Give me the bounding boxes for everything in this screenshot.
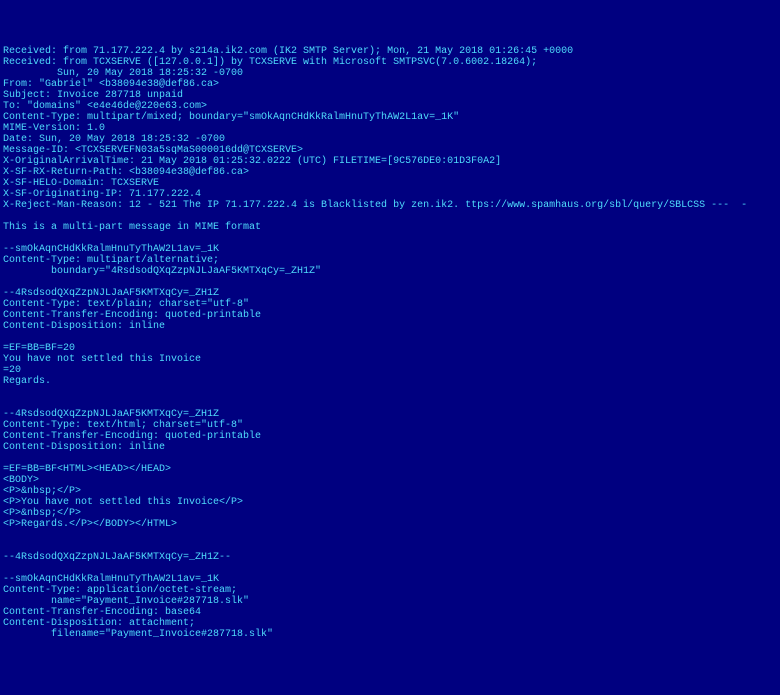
source-line: Date: Sun, 20 May 2018 18:25:32 -0700 xyxy=(3,134,777,145)
source-line: To: "domains" <e4e46de@220e63.com> xyxy=(3,101,777,112)
source-line: From: "Gabriel" <b38094e38@def86.ca> xyxy=(3,79,777,90)
source-line xyxy=(3,398,777,409)
source-line xyxy=(3,387,777,398)
source-line: name="Payment_Invoice#287718.slk" xyxy=(3,596,777,607)
source-line: Received: from TCXSERVE ([127.0.0.1]) by… xyxy=(3,57,777,68)
source-line: Content-Transfer-Encoding: base64 xyxy=(3,607,777,618)
source-line: --4RsdsodQXqZzpNJLJaAF5KMTXqCy=_ZH1Z-- xyxy=(3,552,777,563)
source-line xyxy=(3,332,777,343)
source-line: Message-ID: <TCXSERVEFN03a5sqMaS000016dd… xyxy=(3,145,777,156)
source-line: <P>You have not settled this Invoice</P> xyxy=(3,497,777,508)
source-line xyxy=(3,233,777,244)
source-line: =20 xyxy=(3,365,777,376)
source-line: Content-Disposition: attachment; xyxy=(3,618,777,629)
source-line: Subject: Invoice 287718 unpaid xyxy=(3,90,777,101)
source-line: --smOkAqnCHdKkRalmHnuTyThAW2L1av=_1K xyxy=(3,574,777,585)
source-line: Content-Type: multipart/mixed; boundary=… xyxy=(3,112,777,123)
source-line: Content-Disposition: inline xyxy=(3,442,777,453)
source-line: Regards. xyxy=(3,376,777,387)
source-line: X-SF-Originating-IP: 71.177.222.4 xyxy=(3,189,777,200)
source-line: X-OriginalArrivalTime: 21 May 2018 01:25… xyxy=(3,156,777,167)
source-line: Content-Type: application/octet-stream; xyxy=(3,585,777,596)
source-line xyxy=(3,453,777,464)
source-line: <BODY> xyxy=(3,475,777,486)
source-line xyxy=(3,541,777,552)
source-line xyxy=(3,563,777,574)
source-line: boundary="4RsdsodQXqZzpNJLJaAF5KMTXqCy=_… xyxy=(3,266,777,277)
source-line: MIME-Version: 1.0 xyxy=(3,123,777,134)
source-line: Content-Transfer-Encoding: quoted-printa… xyxy=(3,310,777,321)
source-line xyxy=(3,530,777,541)
source-line: This is a multi-part message in MIME for… xyxy=(3,222,777,233)
source-line: X-SF-HELO-Domain: TCXSERVE xyxy=(3,178,777,189)
source-line xyxy=(3,211,777,222)
source-line: Content-Disposition: inline xyxy=(3,321,777,332)
source-line: You have not settled this Invoice xyxy=(3,354,777,365)
source-line: <P>&nbsp;</P> xyxy=(3,486,777,497)
source-line: <P>Regards.</P></BODY></HTML> xyxy=(3,519,777,530)
source-line: --smOkAqnCHdKkRalmHnuTyThAW2L1av=_1K xyxy=(3,244,777,255)
source-line xyxy=(3,277,777,288)
source-line: X-Reject-Man-Reason: 12 - 521 The IP 71.… xyxy=(3,200,777,211)
source-line: X-SF-RX-Return-Path: <b38094e38@def86.ca… xyxy=(3,167,777,178)
source-line: Received: from 71.177.222.4 by s214a.ik2… xyxy=(3,46,777,57)
source-line: =EF=BB=BF<HTML><HEAD></HEAD> xyxy=(3,464,777,475)
raw-email-source: Received: from 71.177.222.4 by s214a.ik2… xyxy=(3,46,777,640)
source-line: Content-Type: multipart/alternative; xyxy=(3,255,777,266)
source-line: Content-Type: text/plain; charset="utf-8… xyxy=(3,299,777,310)
source-line: filename="Payment_Invoice#287718.slk" xyxy=(3,629,777,640)
source-line: <P>&nbsp;</P> xyxy=(3,508,777,519)
source-line: Sun, 20 May 2018 18:25:32 -0700 xyxy=(3,68,777,79)
source-line: --4RsdsodQXqZzpNJLJaAF5KMTXqCy=_ZH1Z xyxy=(3,409,777,420)
source-line: --4RsdsodQXqZzpNJLJaAF5KMTXqCy=_ZH1Z xyxy=(3,288,777,299)
source-line: Content-Type: text/html; charset="utf-8" xyxy=(3,420,777,431)
source-line: Content-Transfer-Encoding: quoted-printa… xyxy=(3,431,777,442)
source-line: =EF=BB=BF=20 xyxy=(3,343,777,354)
